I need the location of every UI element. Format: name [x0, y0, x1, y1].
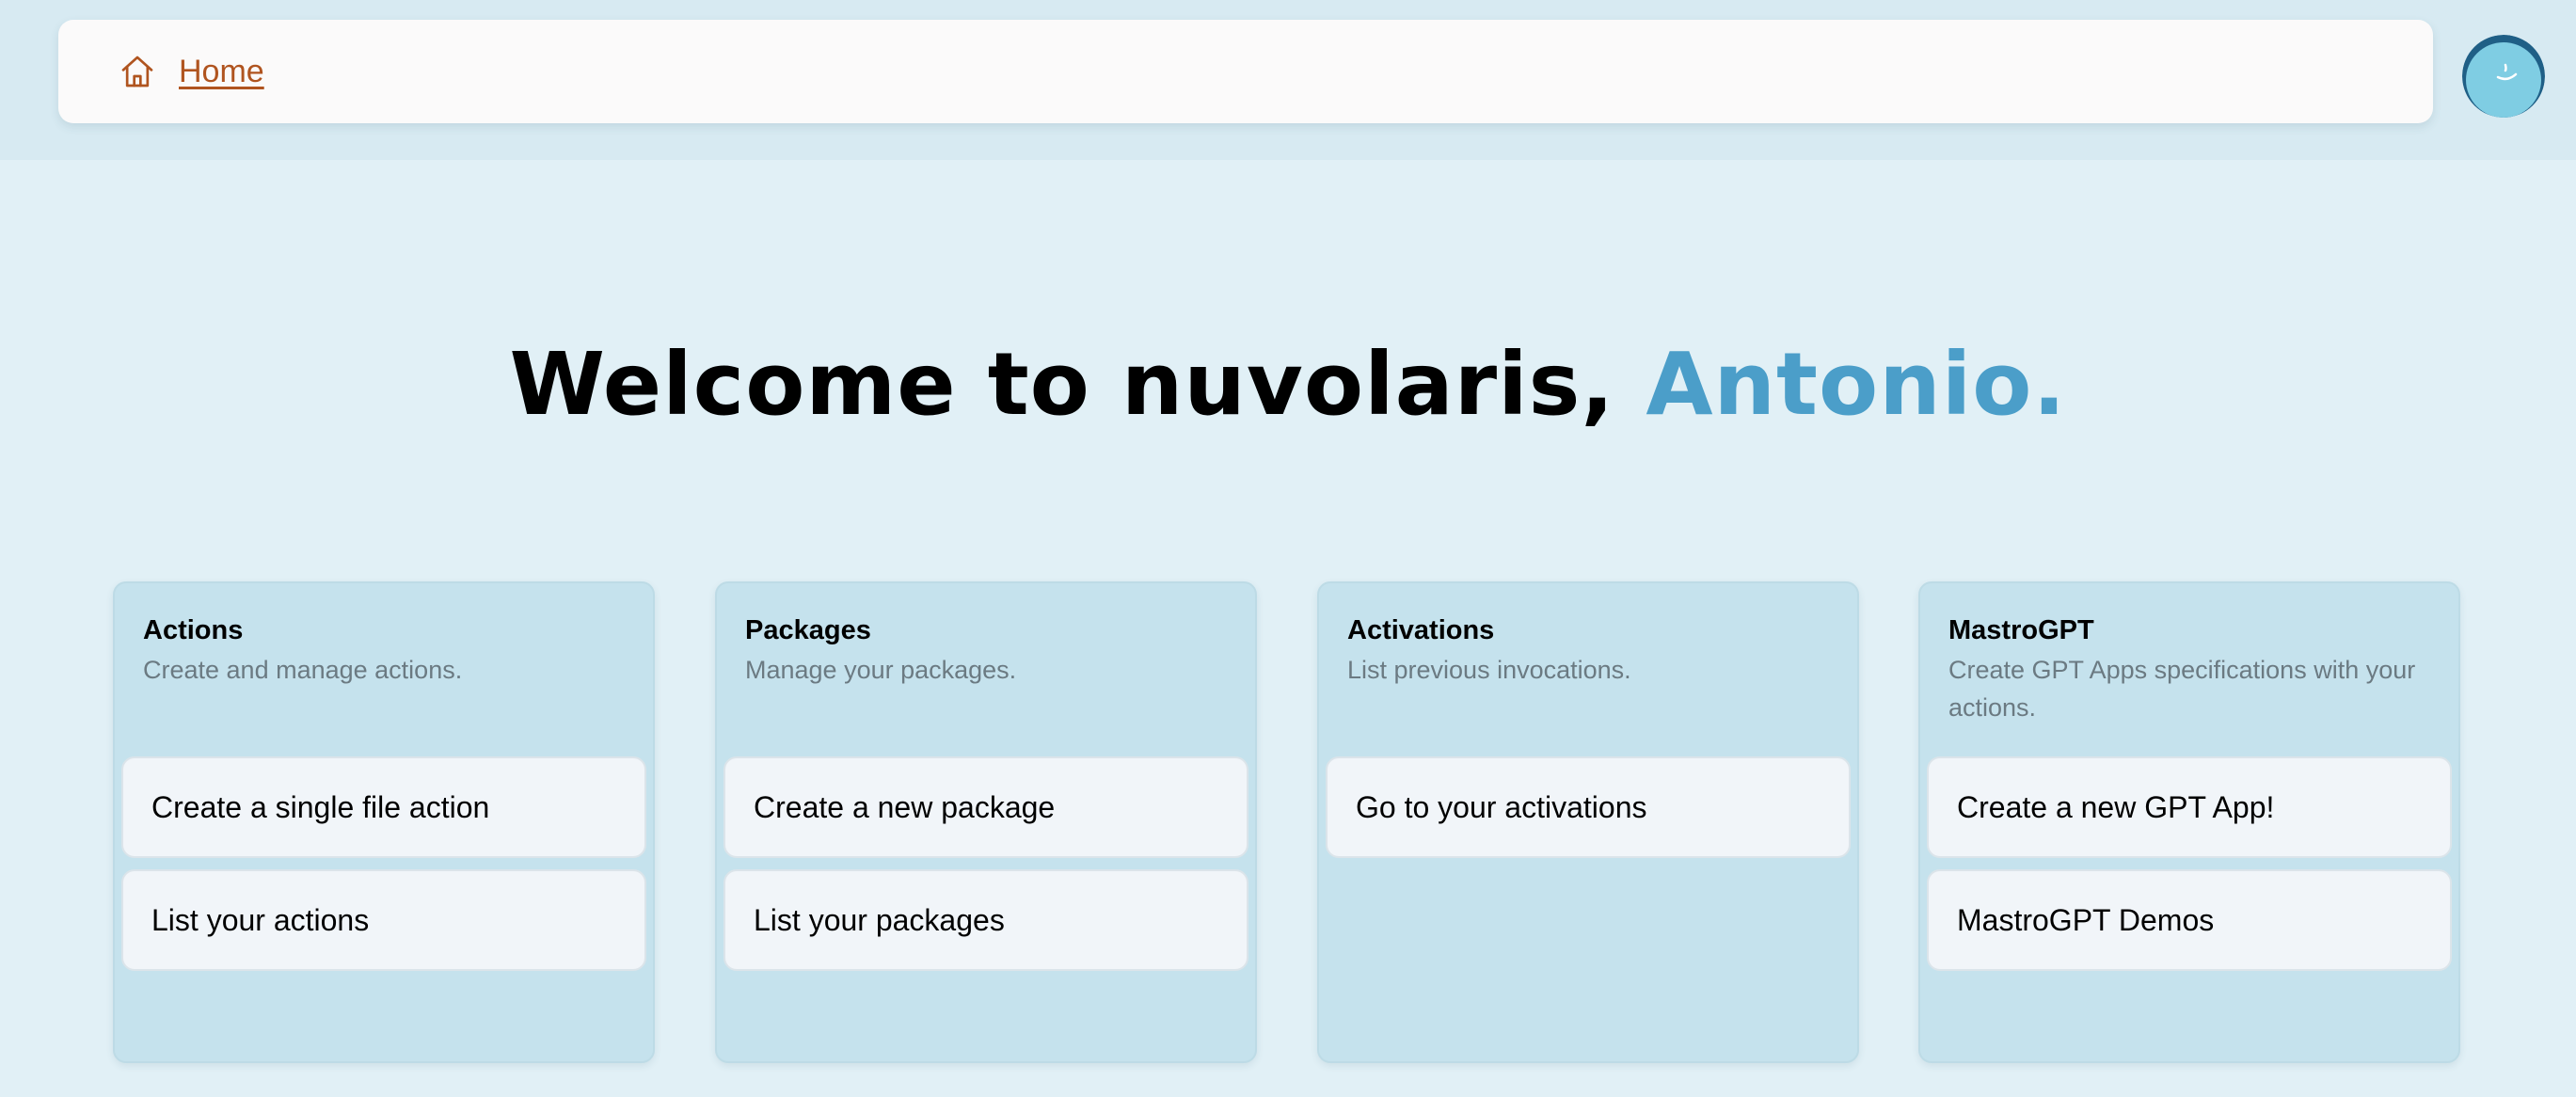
card-activations: Activations List previous invocations. G… [1317, 581, 1859, 1063]
welcome-heading: Welcome to nuvolaris, Antonio. [0, 334, 2576, 435]
create-gpt-app-button[interactable]: Create a new GPT App! [1927, 756, 2452, 858]
card-description: List previous invocations. [1347, 656, 1631, 684]
smiling-cloud-avatar-icon [2462, 35, 2545, 118]
create-single-file-action-button[interactable]: Create a single file action [121, 756, 646, 858]
user-avatar[interactable] [2462, 35, 2545, 118]
home-label: Home [179, 53, 264, 89]
list-packages-button[interactable]: List your packages [724, 869, 1248, 971]
card-mastrogpt: MastroGPT Create GPT Apps specifications… [1918, 581, 2460, 1063]
card-packages: Packages Manage your packages. Create a … [715, 581, 1257, 1063]
mastrogpt-demos-button[interactable]: MastroGPT Demos [1927, 869, 2452, 971]
card-title: Activations [1347, 615, 1495, 645]
home-link[interactable]: Home [119, 53, 264, 90]
go-to-activations-button[interactable]: Go to your activations [1326, 756, 1851, 858]
list-actions-button[interactable]: List your actions [121, 869, 646, 971]
card-title: MastroGPT [1948, 615, 2094, 645]
card-description: Manage your packages. [745, 656, 1017, 684]
breadcrumb-bar: Home [58, 20, 2433, 123]
card-title: Actions [143, 615, 244, 645]
card-description: Create and manage actions. [143, 656, 463, 684]
home-icon [121, 56, 153, 87]
welcome-username: Antonio. [1646, 334, 2067, 435]
create-new-package-button[interactable]: Create a new package [724, 756, 1248, 858]
card-description: Create GPT Apps specifications with your… [1948, 656, 2416, 722]
welcome-prefix: Welcome to nuvolaris, [509, 334, 1646, 435]
card-actions: Actions Create and manage actions. Creat… [113, 581, 655, 1063]
card-title: Packages [745, 615, 871, 645]
